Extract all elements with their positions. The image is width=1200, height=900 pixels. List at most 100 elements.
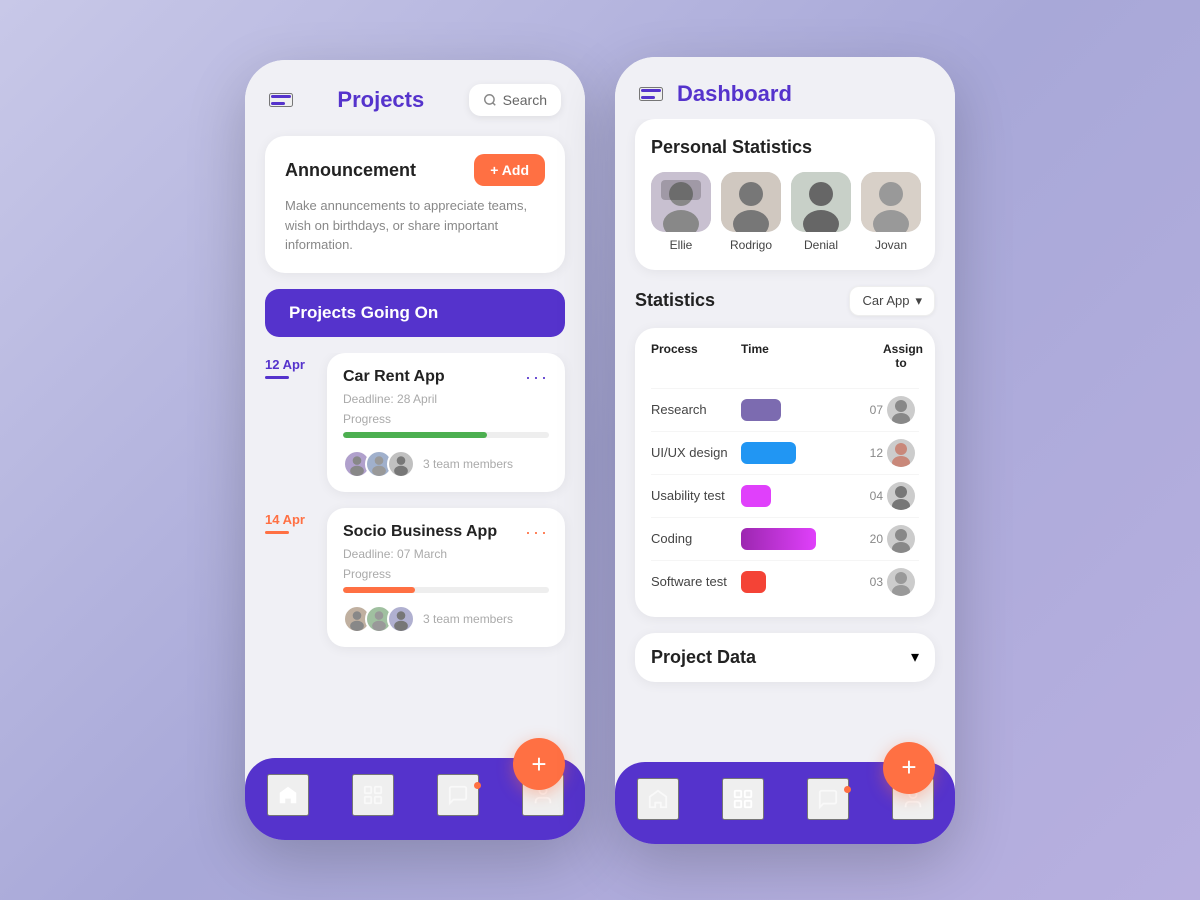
- stats-table-header: Process Time Assign to: [651, 342, 919, 378]
- avatar: [387, 605, 415, 633]
- nav-chat[interactable]: [437, 774, 479, 816]
- assign-avatar-software: [887, 568, 915, 596]
- time-usability: 04: [843, 489, 883, 503]
- projects-going-on-label: Projects Going On: [289, 303, 438, 322]
- avatar-stack-1: [343, 450, 415, 478]
- announcement-title: Announcement: [285, 160, 416, 181]
- project-data-title: Project Data: [651, 647, 756, 668]
- grid-icon: [732, 788, 754, 810]
- time-bar-usability: [741, 485, 843, 507]
- chat-notification-dot: [474, 782, 481, 789]
- project-data-chevron: ▾: [911, 647, 919, 667]
- table-row: Usability test 04: [651, 474, 919, 517]
- project-card-header-2: Socio Business App ···: [343, 522, 549, 543]
- dashboard-fab-button[interactable]: +: [883, 742, 935, 794]
- announcement-description: Make annuncements to appreciate teams, w…: [285, 196, 545, 255]
- announcement-header: Announcement + Add: [285, 154, 545, 186]
- table-row: 12 Apr Car Rent App ··· Deadline: 28 Apr…: [265, 353, 565, 492]
- avatar: [387, 450, 415, 478]
- search-label: Search: [503, 92, 547, 108]
- time-coding: 20: [843, 532, 883, 546]
- dashboard-fab-label: +: [901, 752, 916, 783]
- date-text-1: 12 Apr: [265, 357, 315, 372]
- left-phone: Projects Search Announcement + Add Make …: [245, 60, 585, 840]
- list-item[interactable]: Jovan: [861, 172, 921, 252]
- add-label: + Add: [490, 162, 529, 178]
- person-name-rodrigo: Rodrigo: [730, 238, 772, 252]
- bottom-nav: +: [245, 758, 585, 840]
- car-app-dropdown[interactable]: Car App ▾: [849, 286, 935, 316]
- page-title: Projects: [337, 87, 424, 113]
- list-item[interactable]: Denial: [791, 172, 851, 252]
- dashboard-nav-grid[interactable]: [722, 778, 764, 820]
- list-item[interactable]: Ellie: [651, 172, 711, 252]
- people-row: Ellie Rodrigo: [651, 172, 919, 252]
- assign-avatar-coding: [887, 525, 915, 553]
- time-bar-coding: [741, 528, 843, 550]
- menu-button[interactable]: [269, 93, 293, 107]
- assignee-icon: [887, 439, 915, 467]
- table-row: Software test 03: [651, 560, 919, 603]
- bar-research: [741, 399, 781, 421]
- project-card-header-1: Car Rent App ···: [343, 367, 549, 388]
- dashboard-content: Personal Statistics Ellie: [615, 119, 955, 762]
- dashboard-nav-home[interactable]: [637, 778, 679, 820]
- dashboard-nav-chat[interactable]: [807, 778, 849, 820]
- table-row: Coding 20: [651, 517, 919, 560]
- statistics-title: Statistics: [635, 290, 715, 311]
- person-name-jovan: Jovan: [875, 238, 907, 252]
- person-photo-denial: [791, 172, 851, 232]
- statistics-table: Process Time Assign to Research 07: [635, 328, 935, 617]
- process-coding: Coding: [651, 531, 741, 546]
- nav-grid[interactable]: [352, 774, 394, 816]
- bar-software: [741, 571, 766, 593]
- nav-chat-wrapper: [437, 774, 479, 816]
- project-card-2[interactable]: Socio Business App ··· Deadline: 07 Marc…: [327, 508, 565, 647]
- project-data-section[interactable]: Project Data ▾: [635, 633, 935, 682]
- dropdown-label: Car App: [862, 293, 909, 308]
- dots-button-2[interactable]: ···: [525, 522, 549, 543]
- person-avatar-rodrigo: [721, 172, 781, 232]
- table-row: UI/UX design 12: [651, 431, 919, 474]
- dashboard-nav-chat-wrapper: [807, 778, 849, 820]
- team-row-2: 3 team members: [343, 605, 549, 633]
- dots-button-1[interactable]: ···: [525, 367, 549, 388]
- assignee-icon: [887, 396, 915, 424]
- team-row-1: 3 team members: [343, 450, 549, 478]
- person-avatar-denial: [791, 172, 851, 232]
- projects-going-on-button[interactable]: Projects Going On: [265, 289, 565, 337]
- project-card-1[interactable]: Car Rent App ··· Deadline: 28 April Prog…: [327, 353, 565, 492]
- project-name-1: Car Rent App: [343, 368, 445, 386]
- date-line-2: [265, 531, 289, 534]
- search-button[interactable]: Search: [469, 84, 561, 116]
- assignee-icon: [887, 525, 915, 553]
- person-photo-rodrigo: [721, 172, 781, 232]
- chat-notification-dot: [844, 786, 851, 793]
- progress-bar-fill-1: [343, 432, 487, 438]
- statistics-header-row: Statistics Car App ▾: [635, 286, 935, 316]
- personal-stats-title: Personal Statistics: [651, 137, 919, 158]
- avatar-icon: [389, 607, 413, 631]
- date-line-1: [265, 376, 289, 379]
- person-avatar-jovan: [861, 172, 921, 232]
- add-announcement-button[interactable]: + Add: [474, 154, 545, 186]
- fab-button[interactable]: +: [513, 738, 565, 790]
- bar-uiux: [741, 442, 796, 464]
- left-header: Projects Search: [245, 60, 585, 128]
- time-research: 07: [843, 403, 883, 417]
- list-item[interactable]: Rodrigo: [721, 172, 781, 252]
- project-deadline-1: Deadline: 28 April: [343, 392, 549, 406]
- nav-home[interactable]: [267, 774, 309, 816]
- dashboard-menu-button[interactable]: [639, 87, 663, 101]
- team-count-2: 3 team members: [423, 612, 513, 626]
- person-photo-ellie: [651, 172, 711, 232]
- bar-usability: [741, 485, 771, 507]
- person-photo-jovan: [861, 172, 921, 232]
- chevron-down-icon: ▾: [915, 293, 922, 309]
- col-empty: [843, 342, 883, 370]
- col-assign: Assign to: [883, 342, 919, 370]
- date-text-2: 14 Apr: [265, 512, 315, 527]
- person-name-ellie: Ellie: [670, 238, 693, 252]
- table-row: 14 Apr Socio Business App ··· Deadline: …: [265, 508, 565, 647]
- time-bar-software: [741, 571, 843, 593]
